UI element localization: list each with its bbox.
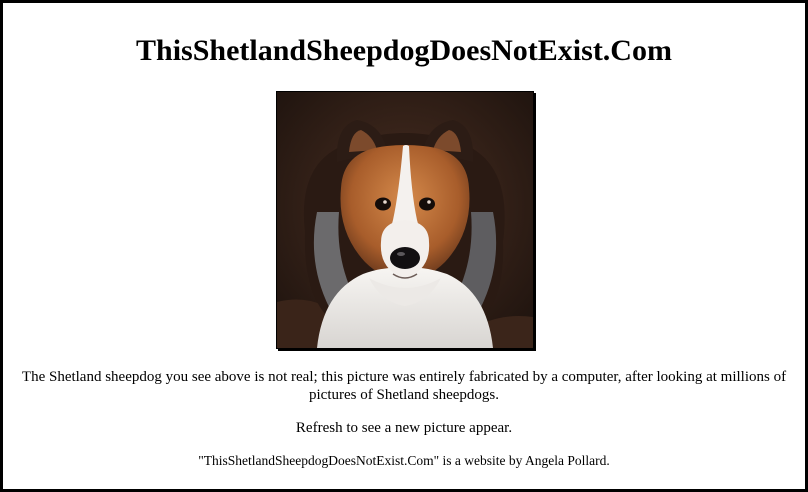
refresh-instruction: Refresh to see a new picture appear.	[295, 420, 513, 436]
site-credit: "ThisShetlandSheepdogDoesNotExist.Com" i…	[198, 453, 610, 468]
description-text: The Shetland sheepdog you see above is n…	[21, 369, 787, 403]
page-frame: ThisShetlandSheepdogDoesNotExist.Com The…	[0, 0, 808, 492]
page-title: ThisShetlandSheepdogDoesNotExist.Com	[136, 34, 672, 67]
shetland-sheepdog-photo	[277, 92, 533, 348]
generated-dog-image	[276, 91, 534, 349]
